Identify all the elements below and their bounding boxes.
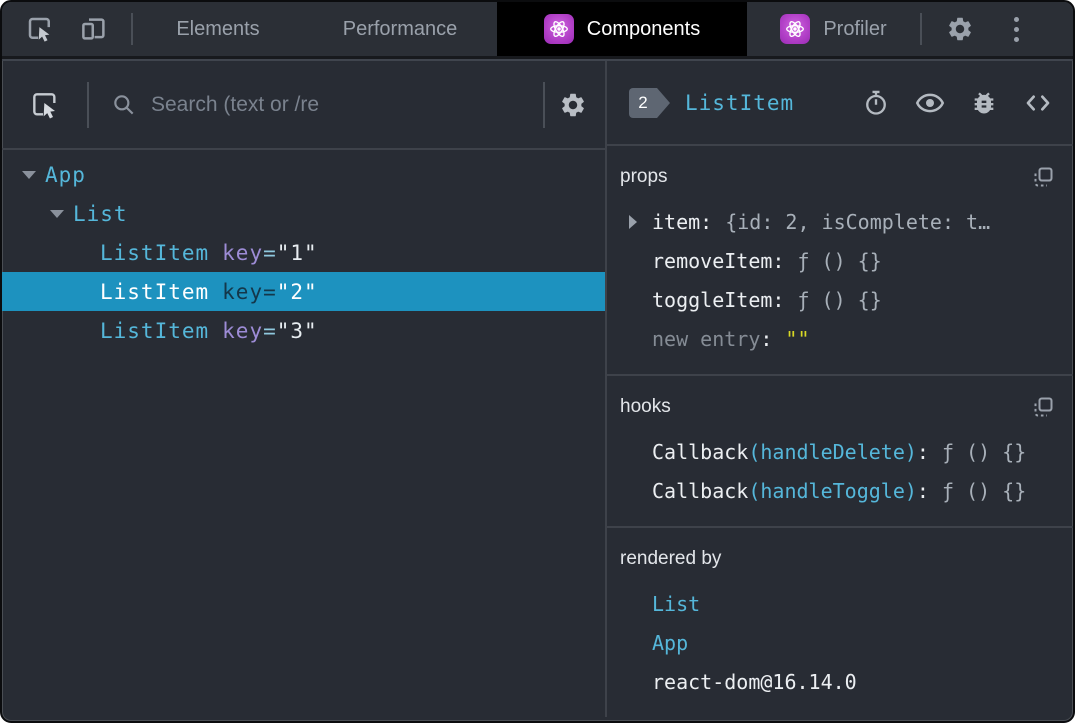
prop-name: toggleItem — [652, 287, 773, 312]
key-value: "3" — [276, 318, 318, 343]
settings-gear-icon[interactable] — [946, 15, 974, 43]
key-value: "2" — [276, 279, 318, 304]
component-tree: App List ListItem key = "1" ListItem key = "… — [2, 150, 605, 350]
hook-value: ƒ () {} — [941, 478, 1027, 503]
device-toolbar-icon[interactable] — [79, 14, 109, 44]
inspector-panel: 2 ListItem props item: {id: 2, isComple… — [607, 61, 1073, 717]
components-tree-panel: App List ListItem key="1" ListItem key="… — [2, 61, 605, 717]
prop-value: ƒ () {} — [797, 287, 882, 312]
search-icon — [111, 92, 137, 118]
props-section: props item: {id: 2, isComplete: t… remov… — [607, 146, 1073, 376]
prop-row-toggleitem[interactable]: toggleItem: ƒ () {} — [607, 280, 1073, 319]
new-entry-value[interactable]: "" — [785, 327, 809, 351]
inspector-header: 2 ListItem — [607, 61, 1073, 146]
tab-components-label: Components — [586, 17, 701, 40]
key-value: "1" — [276, 240, 318, 265]
component-name: ListItem — [100, 240, 210, 265]
expand-arrow-icon[interactable] — [629, 214, 637, 229]
prop-value: {id: 2, isComplete: t… — [725, 209, 991, 234]
prop-row-item[interactable]: item: {id: 2, isComplete: t… — [607, 202, 1073, 241]
collapse-arrow-icon[interactable] — [22, 170, 36, 179]
inspect-dom-eye-icon[interactable] — [915, 88, 945, 118]
tree-row-listitem-3[interactable]: ListItem key = "3" — [2, 311, 605, 350]
inspect-component-icon[interactable] — [29, 89, 61, 121]
component-name: List — [73, 201, 128, 226]
new-entry-placeholder[interactable]: new entry — [652, 327, 760, 351]
owner-component-name: List — [652, 591, 701, 616]
tree-row-app[interactable]: App — [2, 155, 605, 194]
tab-profiler-label: Profiler — [823, 17, 887, 40]
renderer-version: react-dom@16.14.0 — [652, 669, 857, 694]
tab-components[interactable]: Components — [497, 2, 747, 56]
equals-sign: = — [263, 318, 277, 343]
component-name: ListItem — [100, 279, 210, 304]
key-attribute: key — [222, 279, 264, 304]
hook-row-handledelete[interactable]: Callback (handleDelete): ƒ () {} — [607, 432, 1073, 471]
rendered-by-section: rendered by List App react-dom@16.14.0 — [607, 528, 1073, 717]
log-to-console-bug-icon[interactable] — [970, 89, 998, 117]
tree-settings-gear-icon[interactable] — [559, 91, 587, 119]
toolbar-divider — [543, 81, 545, 128]
hooks-section: hooks Callback (handleDelete): ƒ () {} C… — [607, 376, 1073, 528]
equals-sign: = — [263, 279, 277, 304]
collapse-arrow-icon[interactable] — [50, 209, 64, 218]
equals-sign: = — [263, 240, 277, 265]
tree-row-listitem-2-selected[interactable]: ListItem key = "2" — [2, 272, 605, 311]
key-attribute: key — [222, 318, 264, 343]
colon: : — [916, 439, 929, 464]
hook-function-name: (handleDelete) — [748, 439, 917, 464]
suspense-timer-icon[interactable] — [862, 89, 890, 117]
owners-stack-badge[interactable]: 2 — [629, 87, 670, 118]
devtools-tabbar: Elements Performance Components Profiler — [2, 2, 1073, 59]
colon: : — [916, 478, 929, 503]
component-name: ListItem — [100, 318, 210, 343]
tree-toolbar — [2, 61, 605, 150]
tab-elements[interactable]: Elements — [133, 2, 303, 56]
prop-row-new-entry[interactable]: new entry: "" — [607, 319, 1073, 358]
prop-name: removeItem — [652, 248, 773, 273]
hook-name: Callback — [652, 439, 749, 464]
key-attribute: key — [222, 240, 264, 265]
selected-component-name: ListItem — [685, 90, 795, 115]
search-input[interactable] — [151, 92, 543, 117]
hook-name: Callback — [652, 478, 749, 503]
tree-row-listitem-1[interactable]: ListItem key = "1" — [2, 233, 605, 272]
tree-row-list[interactable]: List — [2, 194, 605, 233]
tab-elements-label: Elements — [176, 17, 260, 40]
react-logo-icon — [780, 14, 811, 44]
react-logo-icon — [543, 14, 574, 44]
tab-performance[interactable]: Performance — [303, 2, 497, 56]
copy-hooks-icon[interactable] — [1031, 395, 1055, 419]
tab-profiler[interactable]: Profiler — [747, 2, 920, 56]
prop-row-removeitem[interactable]: removeItem: ƒ () {} — [607, 241, 1073, 280]
component-name: App — [45, 162, 86, 187]
tab-performance-label: Performance — [342, 17, 458, 40]
rendered-by-react-dom: react-dom@16.14.0 — [607, 662, 1073, 701]
prop-value: ƒ () {} — [797, 248, 882, 273]
colon: : — [700, 209, 713, 234]
prop-name: item — [652, 209, 701, 234]
hook-function-name: (handleToggle) — [748, 478, 917, 503]
hooks-title: hooks — [620, 396, 671, 417]
rendered-by-title: rendered by — [620, 548, 722, 569]
hook-value: ƒ () {} — [941, 439, 1027, 464]
colon: : — [772, 248, 785, 273]
copy-props-icon[interactable] — [1031, 165, 1055, 189]
props-title: props — [620, 166, 668, 187]
rendered-by-app[interactable]: App — [607, 623, 1073, 662]
hook-row-handletoggle[interactable]: Callback (handleToggle): ƒ () {} — [607, 471, 1073, 510]
rendered-by-list[interactable]: List — [607, 584, 1073, 623]
view-source-code-icon[interactable] — [1023, 88, 1053, 118]
colon: : — [760, 326, 773, 351]
inspect-element-icon[interactable] — [25, 14, 55, 44]
more-menu-icon[interactable] — [1008, 11, 1025, 48]
colon: : — [772, 287, 785, 312]
owner-component-name: App — [652, 630, 689, 655]
devtools-window: Elements Performance Components Profiler… — [0, 0, 1075, 723]
